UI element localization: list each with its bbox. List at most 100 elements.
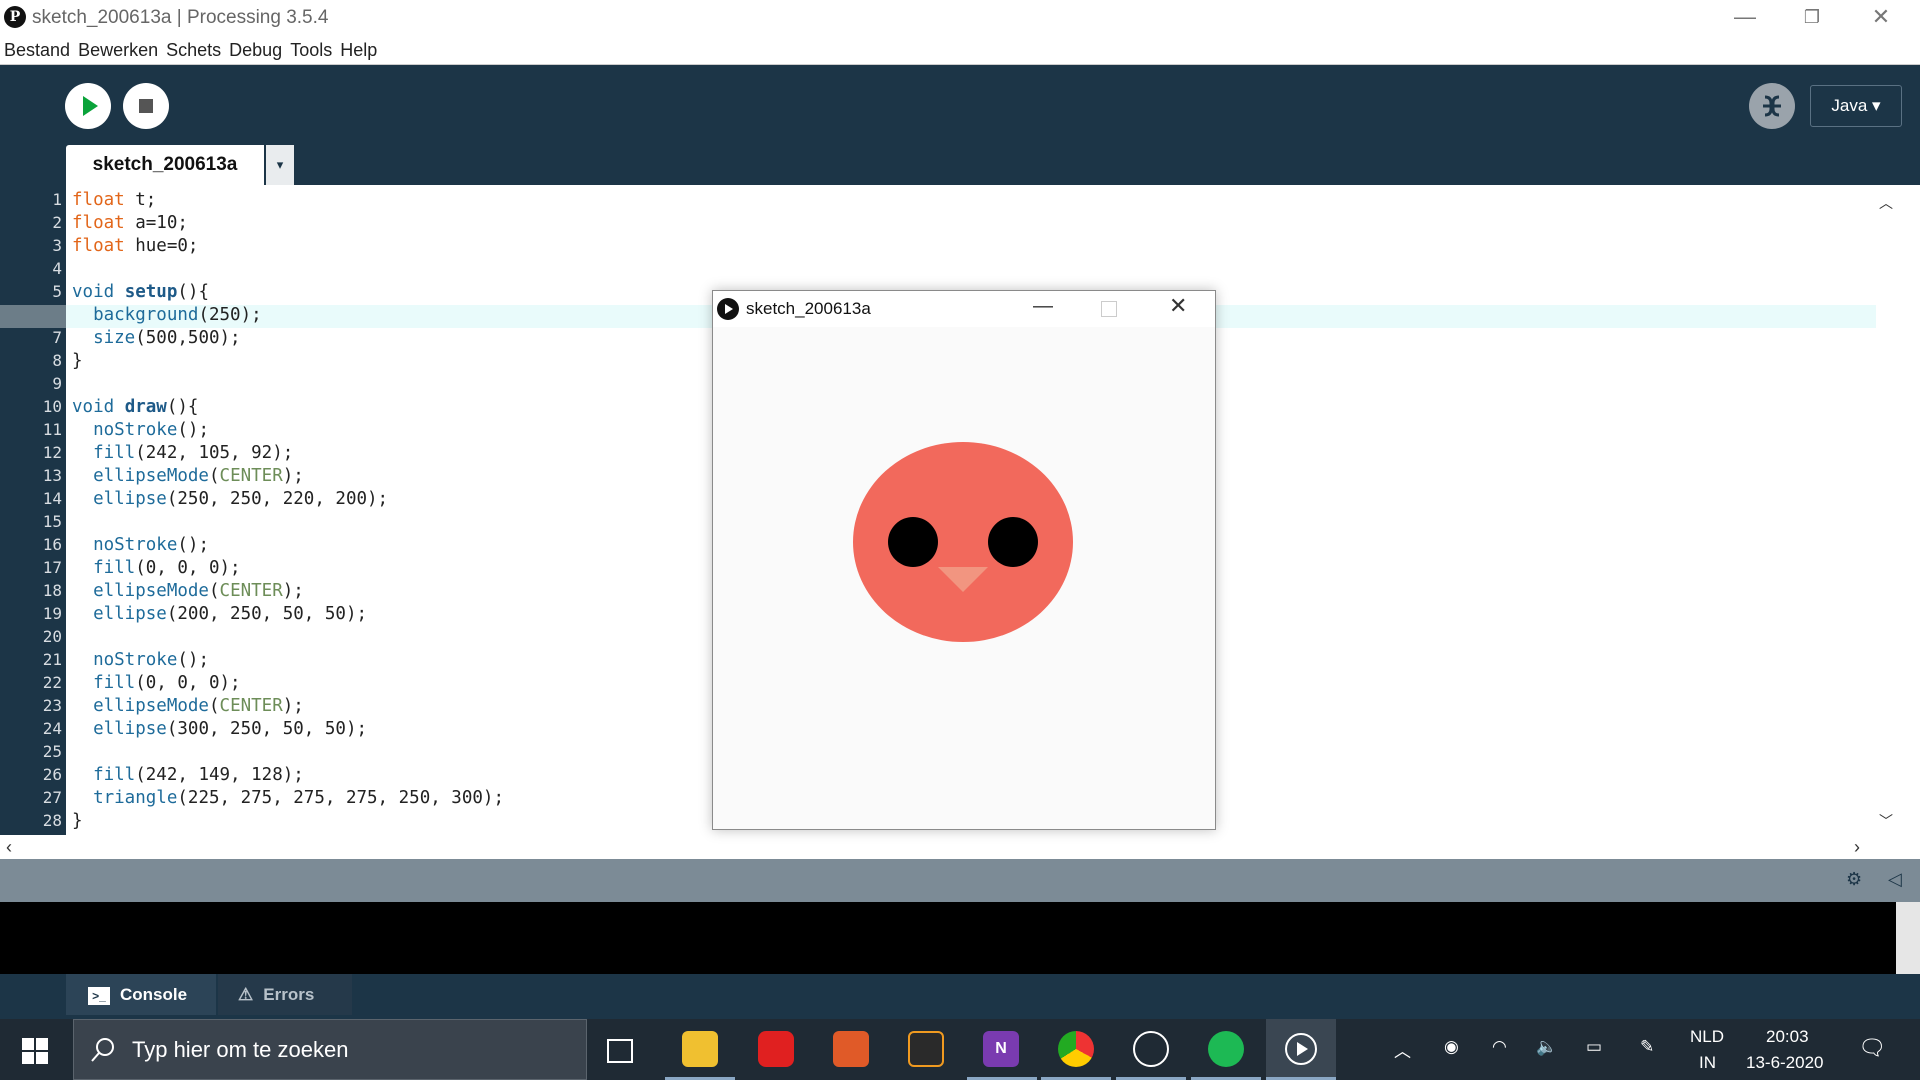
close-button[interactable]: ✕: [1846, 0, 1916, 36]
code-line[interactable]: background(250);: [72, 305, 262, 325]
line-number: 4: [52, 259, 62, 278]
code-line[interactable]: ellipse(300, 250, 50, 50);: [72, 719, 367, 739]
code-line[interactable]: }: [72, 811, 83, 831]
code-line[interactable]: void setup(){: [72, 282, 209, 302]
spotify-icon[interactable]: [1208, 1031, 1244, 1067]
code-line[interactable]: noStroke();: [72, 535, 209, 555]
code-line[interactable]: fill(242, 149, 128);: [72, 765, 304, 785]
right-eye: [988, 517, 1038, 567]
code-line[interactable]: void draw(){: [72, 397, 198, 417]
warning-icon: ⚠: [238, 985, 254, 1004]
sublime-text-icon[interactable]: [908, 1031, 944, 1067]
network-icon[interactable]: ◠: [1492, 1037, 1507, 1057]
battery-icon[interactable]: ▭: [1586, 1037, 1602, 1057]
minimize-button[interactable]: —: [1710, 0, 1780, 36]
code-line[interactable]: float a=10;: [72, 213, 188, 233]
processing-logo-icon: P: [4, 6, 26, 28]
line-number: 1: [52, 190, 62, 209]
code-line[interactable]: float hue=0;: [72, 236, 198, 256]
vertical-scrollbar[interactable]: ︿ ﹀: [1876, 185, 1896, 835]
language-bottom[interactable]: IN: [1699, 1053, 1716, 1073]
code-line[interactable]: ellipseMode(CENTER);: [72, 581, 304, 601]
menu-debug[interactable]: Debug: [225, 36, 286, 62]
code-line[interactable]: fill(0, 0, 0);: [72, 673, 241, 693]
mode-selector[interactable]: Java ▾: [1810, 85, 1902, 127]
line-number: 11: [42, 420, 62, 439]
console-scrollbar[interactable]: [1896, 902, 1920, 974]
line-number: 15: [42, 512, 62, 531]
code-line[interactable]: noStroke();: [72, 420, 209, 440]
tab-errors[interactable]: ⚠ Errors: [218, 974, 352, 1015]
line-number: 9: [52, 374, 62, 393]
app-icon-orange[interactable]: [833, 1031, 869, 1067]
scroll-left-icon[interactable]: ‹: [6, 837, 12, 858]
code-line[interactable]: ellipseMode(CENTER);: [72, 466, 304, 486]
bottom-tabs: >_ Console ⚠ Errors: [0, 974, 1920, 1019]
sketch-minimize-button[interactable]: —: [1033, 295, 1053, 318]
menu-bestand[interactable]: Bestand: [0, 36, 74, 62]
code-line[interactable]: ellipse(250, 250, 220, 200);: [72, 489, 388, 509]
scroll-up-icon[interactable]: ︿: [1879, 193, 1893, 213]
clock-date[interactable]: 13-6-2020: [1746, 1053, 1824, 1073]
onenote-icon[interactable]: N: [983, 1031, 1019, 1067]
code-line[interactable]: ellipseMode(CENTER);: [72, 696, 304, 716]
debugger-button[interactable]: [1749, 83, 1795, 129]
line-number: 10: [42, 397, 62, 416]
sketch-close-button[interactable]: ✕: [1169, 293, 1187, 319]
menu-schets[interactable]: Schets: [162, 36, 225, 62]
tab-menu-button[interactable]: ▾: [266, 145, 294, 185]
left-eye: [888, 517, 938, 567]
menu-bewerken[interactable]: Bewerken: [74, 36, 162, 62]
line-number: 16: [42, 535, 62, 554]
stop-button[interactable]: [123, 83, 169, 129]
face-ellipse: [853, 442, 1073, 642]
play-icon: [83, 96, 98, 116]
horizontal-scrollbar[interactable]: ‹ ›: [0, 835, 1896, 859]
code-line[interactable]: noStroke();: [72, 650, 209, 670]
console-output: [0, 902, 1896, 974]
volume-icon[interactable]: 🔈: [1536, 1037, 1557, 1057]
code-line[interactable]: }: [72, 351, 83, 371]
show-hidden-icons[interactable]: ︿: [1394, 1037, 1411, 1062]
scroll-right-icon[interactable]: ›: [1854, 837, 1860, 858]
menu-help[interactable]: Help: [336, 36, 381, 62]
code-line[interactable]: float t;: [72, 190, 156, 210]
language-top[interactable]: NLD: [1690, 1027, 1724, 1047]
code-line[interactable]: fill(0, 0, 0);: [72, 558, 241, 578]
chrome-icon[interactable]: [1058, 1031, 1094, 1067]
restore-button[interactable]: ❐: [1777, 0, 1847, 36]
tab-console[interactable]: >_ Console: [66, 974, 216, 1015]
line-number: 27: [42, 788, 62, 807]
pen-icon[interactable]: ✎: [1640, 1037, 1654, 1057]
taskbar: Typ hier om te zoeken N ︿ ◉ ◠ 🔈 ▭ ✎ NLD …: [0, 1019, 1920, 1080]
code-line[interactable]: size(500,500);: [72, 328, 241, 348]
task-view-icon[interactable]: [607, 1039, 633, 1063]
processing-taskbar-icon[interactable]: [1133, 1031, 1169, 1067]
sketch-window-title: sketch_200613a: [746, 299, 871, 318]
menu-bar: Bestand Bewerken Schets Debug Tools Help: [0, 36, 1920, 65]
code-line[interactable]: ellipse(200, 250, 50, 50);: [72, 604, 367, 624]
line-number: 12: [42, 443, 62, 462]
taskbar-search[interactable]: Typ hier om te zoeken: [73, 1019, 587, 1080]
clock-time[interactable]: 20:03: [1766, 1027, 1809, 1047]
notifications-icon[interactable]: 🗨: [1858, 1035, 1886, 1061]
run-button[interactable]: [65, 83, 111, 129]
line-number: 24: [42, 719, 62, 738]
record-icon[interactable]: ◉: [1444, 1037, 1459, 1057]
sketch-window[interactable]: sketch_200613a — ✕: [712, 290, 1216, 830]
creative-cloud-icon[interactable]: [758, 1031, 794, 1067]
sketch-taskbar-item[interactable]: [1266, 1019, 1336, 1080]
code-line[interactable]: triangle(225, 275, 275, 275, 250, 300);: [72, 788, 504, 808]
line-number: 23: [42, 696, 62, 715]
console-settings-icon[interactable]: ⚙: [1846, 869, 1862, 890]
sketch-maximize-button[interactable]: [1101, 301, 1117, 317]
collapse-console-icon[interactable]: ◁: [1888, 869, 1902, 890]
windows-start-icon[interactable]: [22, 1038, 48, 1064]
scroll-down-icon[interactable]: ﹀: [1879, 811, 1893, 831]
tab-sketch[interactable]: sketch_200613a: [66, 145, 264, 185]
menu-tools[interactable]: Tools: [286, 36, 336, 62]
code-line[interactable]: fill(242, 105, 92);: [72, 443, 293, 463]
sketch-title-bar: sketch_200613a — ✕: [713, 291, 1215, 327]
file-explorer-icon[interactable]: [682, 1031, 718, 1067]
status-bar: ⚙ ◁: [0, 859, 1920, 902]
